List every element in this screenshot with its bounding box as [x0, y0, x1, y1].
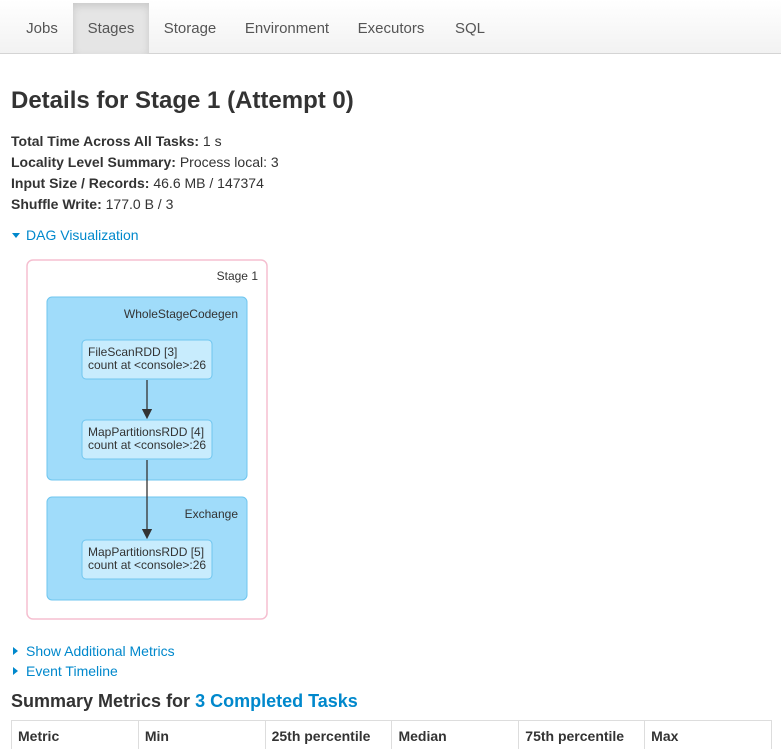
column-header-min[interactable]: Min [137, 720, 266, 749]
event-timeline-label: Event Timeline [26, 663, 118, 679]
summary-value: Process local: 3 [179, 154, 279, 170]
rdd-node-name: FileScanRDD [3] [88, 345, 177, 359]
dag-visualization: Stage 1 WholeStageCodegen FileScanRDD [3… [26, 259, 268, 620]
completed-tasks-link[interactable]: 3 Completed Tasks [195, 691, 358, 711]
tab-stages[interactable]: Stages [73, 3, 149, 54]
summary-shuffle-write: Shuffle Write: 177.0 B / 3 [11, 194, 279, 215]
tab-sql[interactable]: SQL [439, 3, 501, 54]
summary-value: 46.6 MB / 147374 [153, 175, 264, 191]
exchange-cluster-label: Exchange [185, 507, 239, 521]
tab-environment[interactable]: Environment [231, 3, 343, 54]
summary-label: Input Size / Records: [11, 175, 150, 191]
show-additional-metrics-label: Show Additional Metrics [26, 643, 175, 659]
tab-jobs[interactable]: Jobs [12, 3, 72, 54]
summary-locality: Locality Level Summary: Process local: 3 [11, 152, 279, 173]
show-additional-metrics-toggle[interactable]: Show Additional Metrics [11, 641, 175, 661]
event-timeline-toggle[interactable]: Event Timeline [11, 661, 118, 681]
tab-executors[interactable]: Executors [344, 3, 438, 54]
column-header-75th-percentile[interactable]: 75th percentile [518, 720, 646, 749]
column-header-max[interactable]: Max [644, 720, 772, 749]
summary-label: Total Time Across All Tasks: [11, 133, 200, 149]
column-header-25th-percentile[interactable]: 25th percentile [264, 720, 393, 749]
stage-label: Stage 1 [217, 269, 259, 283]
triangle-down-icon [12, 232, 20, 238]
summary-input-size: Input Size / Records: 46.6 MB / 147374 [11, 173, 279, 194]
rdd-node-callsite: count at <console>:26 [88, 358, 206, 372]
stage-summary: Total Time Across All Tasks: 1 s Localit… [11, 131, 279, 215]
dag-visualization-toggle[interactable]: DAG Visualization [11, 225, 139, 245]
top-navbar: Jobs Stages Storage Environment Executor… [0, 0, 781, 54]
codegen-cluster-label: WholeStageCodegen [124, 307, 238, 321]
rdd-node-callsite: count at <console>:26 [88, 558, 206, 572]
tab-storage[interactable]: Storage [150, 3, 230, 54]
rdd-node-name: MapPartitionsRDD [4] [88, 425, 204, 439]
column-header-median[interactable]: Median [391, 720, 520, 749]
summary-value: 1 s [202, 133, 222, 149]
table-header-row: Metric Min 25th percentile Median 75th p… [11, 720, 772, 749]
summary-label: Shuffle Write: [11, 196, 102, 212]
rdd-node-callsite: count at <console>:26 [88, 438, 206, 452]
page-title: Details for Stage 1 (Attempt 0) [11, 87, 354, 114]
summary-metrics-title: Summary Metrics for 3 Completed Tasks [11, 690, 358, 712]
dag-visualization-label: DAG Visualization [26, 227, 139, 243]
triangle-right-icon [13, 667, 18, 676]
summary-value: 177.0 B / 3 [105, 196, 174, 212]
summary-total-time: Total Time Across All Tasks: 1 s [11, 131, 279, 152]
triangle-right-icon [13, 647, 18, 656]
rdd-node-name: MapPartitionsRDD [5] [88, 545, 204, 559]
summary-label: Locality Level Summary: [11, 154, 176, 170]
summary-metrics-table: Metric Min 25th percentile Median 75th p… [11, 720, 772, 749]
column-header-metric[interactable]: Metric [11, 720, 139, 749]
summary-metrics-title-prefix: Summary Metrics for [11, 691, 191, 711]
